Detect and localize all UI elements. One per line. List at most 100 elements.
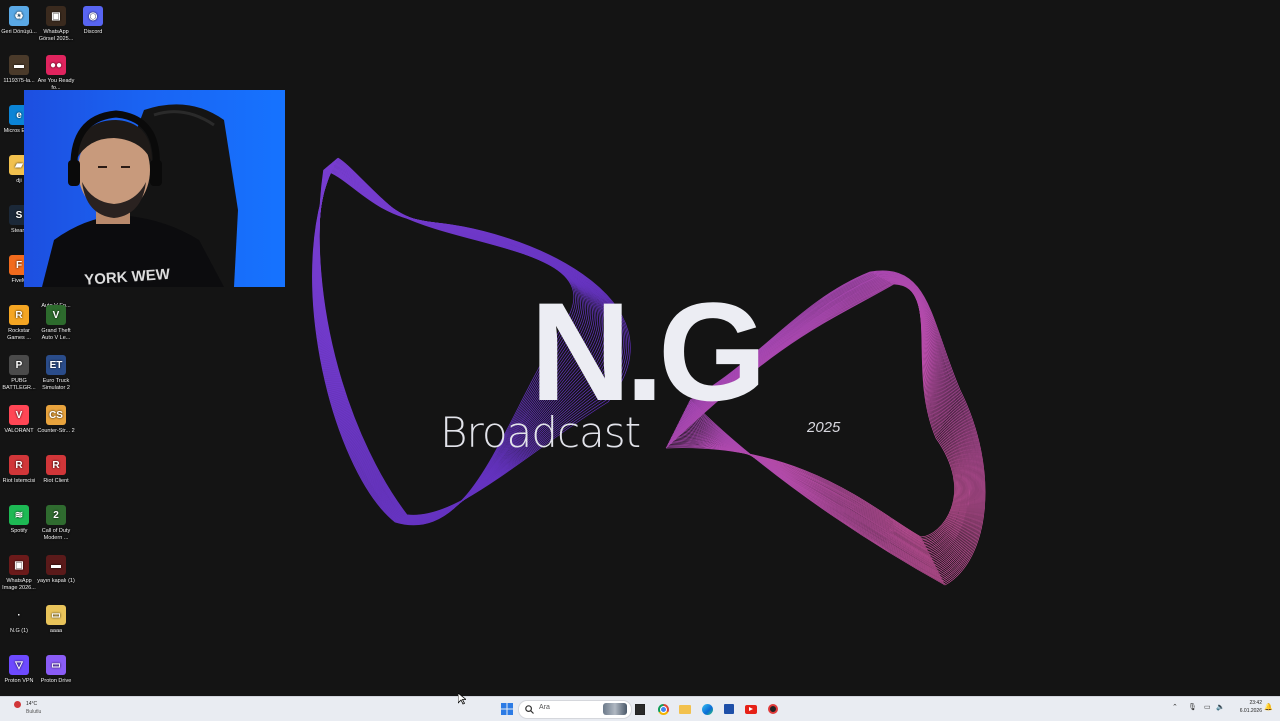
call-of-duty-icon: 2 (46, 505, 66, 525)
network-icon[interactable]: ▭ (1204, 703, 1211, 711)
desktop-icon-whatsapp-image[interactable]: ▣ WhatsApp Image 2026... (0, 555, 38, 592)
clock[interactable]: 23:42 6.01.2026 (1228, 700, 1262, 718)
desktop-icon-discord[interactable]: ◉ Discord (74, 6, 112, 36)
start-button[interactable] (499, 701, 515, 717)
desktop-icon-proton-vpn[interactable]: ▽ Proton VPN (0, 655, 38, 685)
proton-drive-icon: ▭ (46, 655, 66, 675)
valorant-icon: V (9, 405, 29, 425)
spotify-icon: ≋ (9, 505, 29, 525)
search-icon (525, 705, 534, 714)
desktop-icon-proton-drive[interactable]: ▭ Proton Drive (37, 655, 75, 685)
game-app-button[interactable] (765, 701, 781, 717)
counter-strike-icon: CS (46, 405, 66, 425)
riot-client-icon: R (46, 455, 66, 475)
desktop-icon-label: PUBG BATTLEGR... (2, 378, 36, 391)
pubg-icon: P (9, 355, 29, 375)
task-view-icon (635, 703, 645, 715)
desktop-icon-label: Riot İstemcisi (2, 478, 36, 484)
task-view-button[interactable] (632, 701, 648, 717)
yayin-kapali-icon: ▬ (46, 555, 66, 575)
whatsapp-image-icon: ▣ (9, 555, 29, 575)
webcam-overlay: YORK WEW (24, 90, 285, 287)
weather-temp: 14°C (26, 701, 38, 707)
webcam-person: YORK WEW (42, 104, 238, 287)
edge-button[interactable] (699, 701, 715, 717)
gta-v-icon: V (46, 305, 66, 325)
proton-vpn-icon: ▽ (9, 655, 29, 675)
file-explorer-button[interactable] (677, 701, 693, 717)
desktop-icon-spotify[interactable]: ≋ Spotify (0, 505, 38, 535)
weather-widget[interactable]: 14°C Bulutlu (8, 699, 58, 719)
store-button[interactable] (721, 701, 737, 717)
youtube-button[interactable] (743, 701, 759, 717)
desktop-icon-label: Counter-Str... 2 (37, 428, 75, 434)
wallpaper-brand: N.G (530, 273, 767, 430)
desktop-icon-file-1119375[interactable]: ▬ 1119375-la... (0, 55, 38, 85)
desktop-icon-label: Proton VPN (4, 678, 34, 684)
desktop-icon-whatsapp-gorsel[interactable]: ▣ WhatsApp Görsel 2025... (37, 6, 75, 43)
game-app-icon (768, 704, 778, 714)
desktop-icon-ng-1[interactable]: · N.G (1) (0, 605, 38, 635)
desktop-icon-label: WhatsApp Image 2026... (2, 578, 36, 591)
desktop-icon-label: VALORANT (4, 428, 34, 434)
desktop-icon-label: WhatsApp Görsel 2025... (38, 29, 74, 42)
desktop-icon-folder-aaaa[interactable]: ▭ aaaa (37, 605, 75, 635)
desktop-icon-riot-istemcisi[interactable]: R Riot İstemcisi (0, 455, 38, 485)
clock-date: 6.01.2026 (1239, 708, 1262, 714)
desktop-icon-label: Proton Drive (40, 678, 72, 684)
desktop-icon-label: Riot Client (43, 478, 69, 484)
are-you-ready-icon: ●● (46, 55, 66, 75)
file-1119375-icon: ▬ (9, 55, 29, 75)
desktop-icon-riot-client[interactable]: R Riot Client (37, 455, 75, 485)
notification-icon[interactable]: 🔔 (1264, 703, 1273, 711)
desktop-icon-gta-v[interactable]: V Grand Theft Auto V Le... (37, 305, 75, 342)
desktop-icon-label: Euro Truck Simulator 2 (42, 378, 70, 391)
youtube-icon (745, 704, 757, 714)
desktop-icon-yayin-kapali[interactable]: ▬ yayın kapalı (1) (37, 555, 75, 585)
whatsapp-gorsel-icon: ▣ (46, 6, 66, 26)
rockstar-icon: R (9, 305, 29, 325)
chrome-icon (657, 703, 669, 715)
folder-aaaa-icon: ▭ (46, 605, 66, 625)
folder-icon (679, 704, 691, 714)
chrome-button[interactable] (655, 701, 671, 717)
tray-chevron-icon[interactable]: ⌃ (1172, 703, 1178, 711)
desktop-icon-call-of-duty[interactable]: 2 Call of Duty Modern ... (37, 505, 75, 542)
search-placeholder: Ara (539, 704, 550, 711)
desktop-icon-valorant[interactable]: V VALORANT (0, 405, 38, 435)
ng-1-icon: · (17, 609, 21, 621)
search-highlight-image (603, 703, 627, 715)
desktop-icon-label: aaaa (49, 628, 63, 634)
clock-time: 23:42 (1249, 700, 1262, 706)
wallpaper-subtitle: Broadcast (440, 408, 641, 457)
desktop-icon-pubg[interactable]: P PUBG BATTLEGR... (0, 355, 38, 392)
desktop-icon-label: N.G (1) (9, 628, 29, 634)
desktop-icon-euro-truck[interactable]: ET Euro Truck Simulator 2 (37, 355, 75, 392)
desktop-icon-recycle-bin[interactable]: ♻ Geri Dönüşü... (0, 6, 38, 36)
recycle-bin-icon: ♻ (9, 6, 29, 26)
discord-icon: ◉ (83, 6, 103, 26)
euro-truck-icon: ET (46, 355, 66, 375)
volume-icon[interactable]: 🔈 (1216, 703, 1225, 711)
desktop-icon-label: Geri Dönüşü... (1, 29, 37, 35)
desktop-icon-label: Grand Theft Auto V Le... (41, 328, 71, 341)
desktop-icon-are-you-ready[interactable]: ●● Are You Ready fo... (37, 55, 75, 92)
microphone-icon[interactable]: 🎙 (1188, 703, 1197, 711)
desktop-icon-label: Discord (83, 29, 103, 35)
desktop-icon-label: yayın kapalı (1) (37, 578, 75, 584)
weather-alert-icon (14, 701, 21, 708)
desktop-icon-rockstar[interactable]: R Rockstar Games ... (0, 305, 38, 342)
riot-istemcisi-icon: R (9, 455, 29, 475)
desktop-icon-counter-strike[interactable]: CS Counter-Str... 2 (37, 405, 75, 435)
edge-icon (701, 703, 713, 715)
desktop-icon-label: Call of Duty Modern ... (41, 528, 71, 541)
windows-icon (501, 703, 513, 715)
weather-condition: Bulutlu (26, 709, 42, 715)
taskbar-search[interactable]: Ara (518, 700, 632, 719)
desktop-icon-label: Rockstar Games ... (7, 328, 31, 341)
desktop-icon-label: Spotify (10, 528, 28, 534)
mouse-cursor (458, 693, 466, 705)
taskbar: 14°C Bulutlu Ara ⌃ 🎙 ▭ 🔈 23:42 6.01.2026… (0, 696, 1280, 721)
wallpaper-year: 2025 (807, 419, 841, 436)
desktop-icon-label: 1119375-la... (3, 78, 35, 84)
